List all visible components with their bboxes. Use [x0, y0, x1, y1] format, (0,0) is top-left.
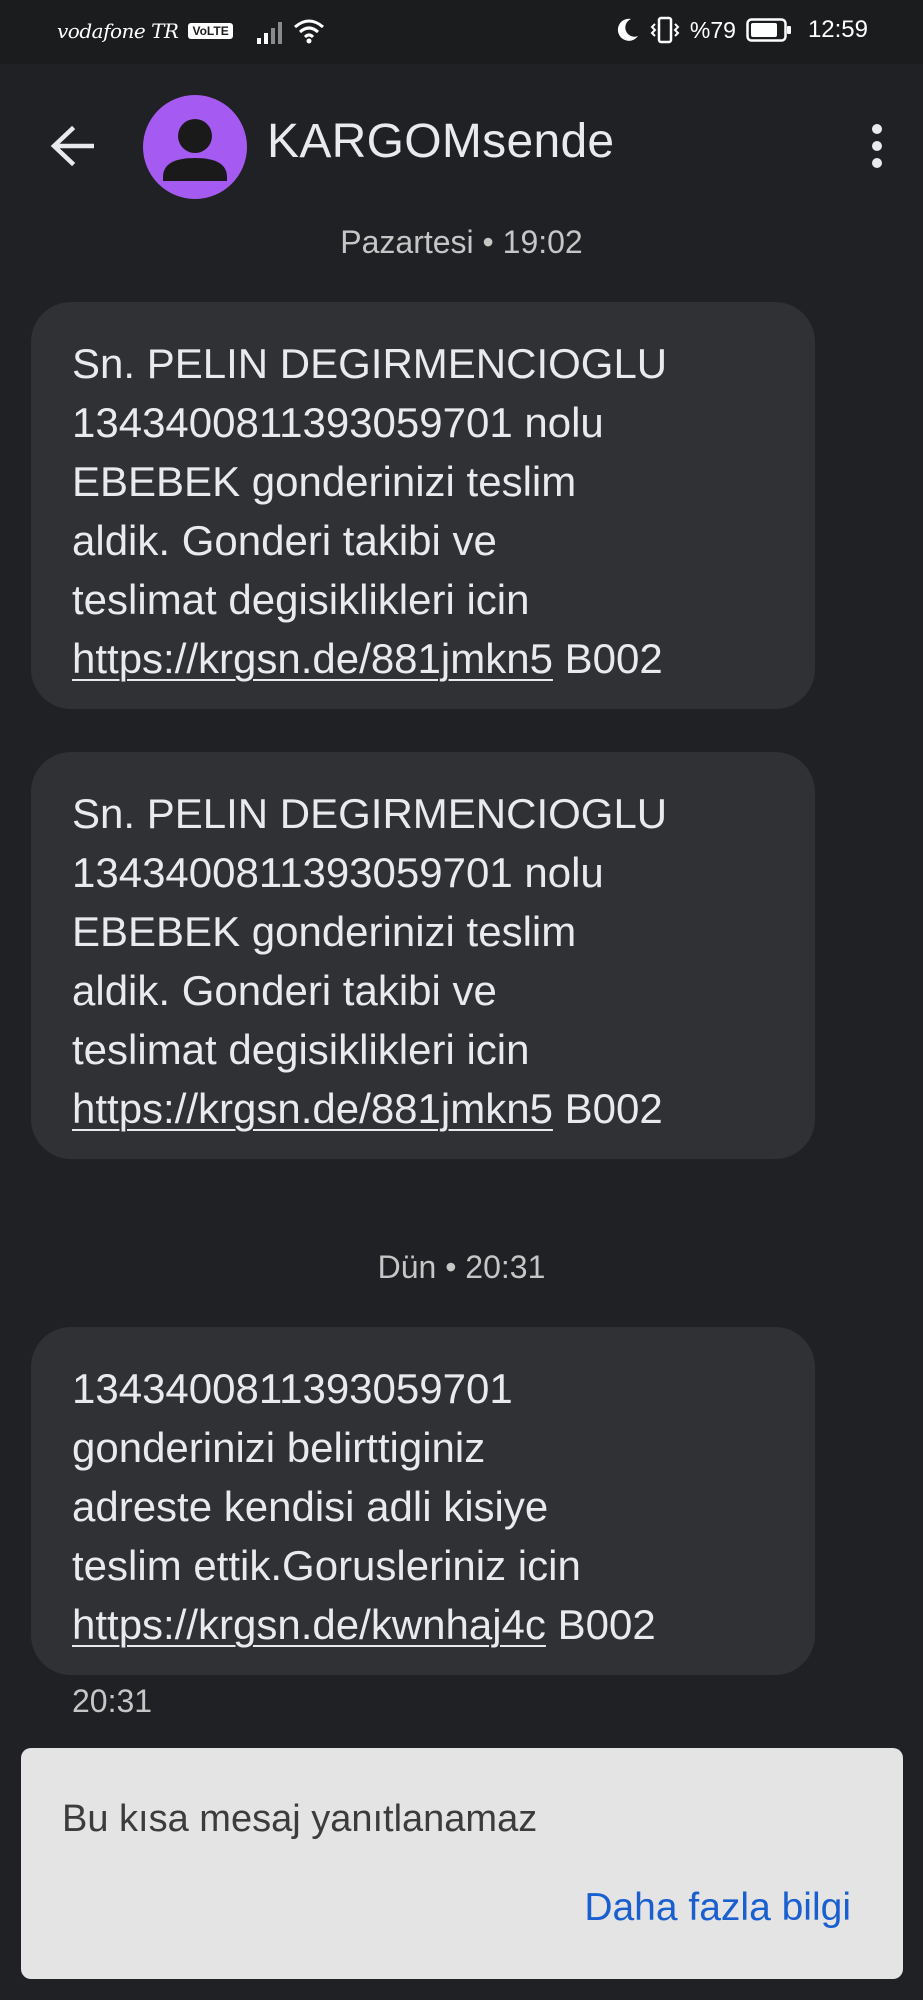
- message-bubble[interactable]: Sn. PELIN DEGIRMENCIOGLU 134340081139305…: [31, 752, 815, 1159]
- contact-name[interactable]: KARGOMsende: [267, 114, 614, 169]
- wifi-icon: [293, 19, 324, 44]
- message-body: Sn. PELIN DEGIRMENCIOGLU 134340081139305…: [72, 340, 668, 623]
- vibrate-icon: [650, 16, 680, 44]
- message-text: Sn. PELIN DEGIRMENCIOGLU 134340081139305…: [72, 784, 775, 1138]
- moon-icon: [617, 18, 638, 41]
- battery-icon: [746, 18, 791, 42]
- date-separator: Pazartesi • 19:02: [340, 224, 583, 260]
- carrier-name: vodafone TR: [57, 19, 179, 43]
- battery-percent: %79: [689, 16, 736, 43]
- message-code: B002: [545, 1601, 656, 1648]
- more-options-button[interactable]: [853, 114, 901, 178]
- message-timestamp: 20:31: [72, 1683, 153, 1719]
- survey-link[interactable]: https://krgsn.de/kwnhaj4c: [72, 1601, 546, 1648]
- volte-badge: VoLTE: [188, 23, 233, 39]
- status-left: vodafone TR VoLTE: [57, 18, 325, 44]
- avatar[interactable]: [143, 95, 247, 199]
- message-body: Sn. PELIN DEGIRMENCIOGLU 134340081139305…: [72, 790, 668, 1073]
- message-bubble[interactable]: Sn. PELIN DEGIRMENCIOGLU 134340081139305…: [31, 302, 815, 709]
- back-button[interactable]: [44, 118, 100, 174]
- status-bar: vodafone TR VoLTE %79 12:59: [0, 0, 923, 64]
- message-bubble[interactable]: 134340081139305970​1 gonderinizi belirtt…: [31, 1327, 815, 1675]
- message-code: B002: [552, 1085, 663, 1132]
- message-body: 134340081139305970​1 gonderinizi belirtt…: [72, 1365, 581, 1589]
- more-info-link[interactable]: Daha fazla bilgi: [584, 1886, 851, 1930]
- no-reply-banner: Bu kısa mesaj yanıtlanamaz Daha fazla bi…: [21, 1748, 903, 1979]
- message-text: 134340081139305970​1 gonderinizi belirtt…: [72, 1359, 775, 1654]
- more-vert-icon: [872, 124, 882, 168]
- status-icons-left: [256, 18, 325, 44]
- conversation-header: KARGOMsende: [0, 64, 923, 230]
- tracking-link[interactable]: https://krgsn.de/881jmkn5: [72, 1085, 553, 1132]
- message-text: Sn. PELIN DEGIRMENCIOGLU 134340081139305…: [72, 334, 775, 688]
- tracking-link[interactable]: https://krgsn.de/881jmkn5: [72, 635, 553, 682]
- no-reply-text: Bu kısa mesaj yanıtlanamaz: [62, 1798, 538, 1840]
- status-right: %79 12:59: [614, 16, 868, 44]
- status-clock: 12:59: [807, 16, 868, 43]
- person-icon: [163, 119, 227, 181]
- message-code: B002: [552, 635, 663, 682]
- signal-icon: [256, 22, 282, 44]
- arrow-left-icon: [50, 126, 94, 166]
- date-separator: Dün • 20:31: [377, 1249, 546, 1285]
